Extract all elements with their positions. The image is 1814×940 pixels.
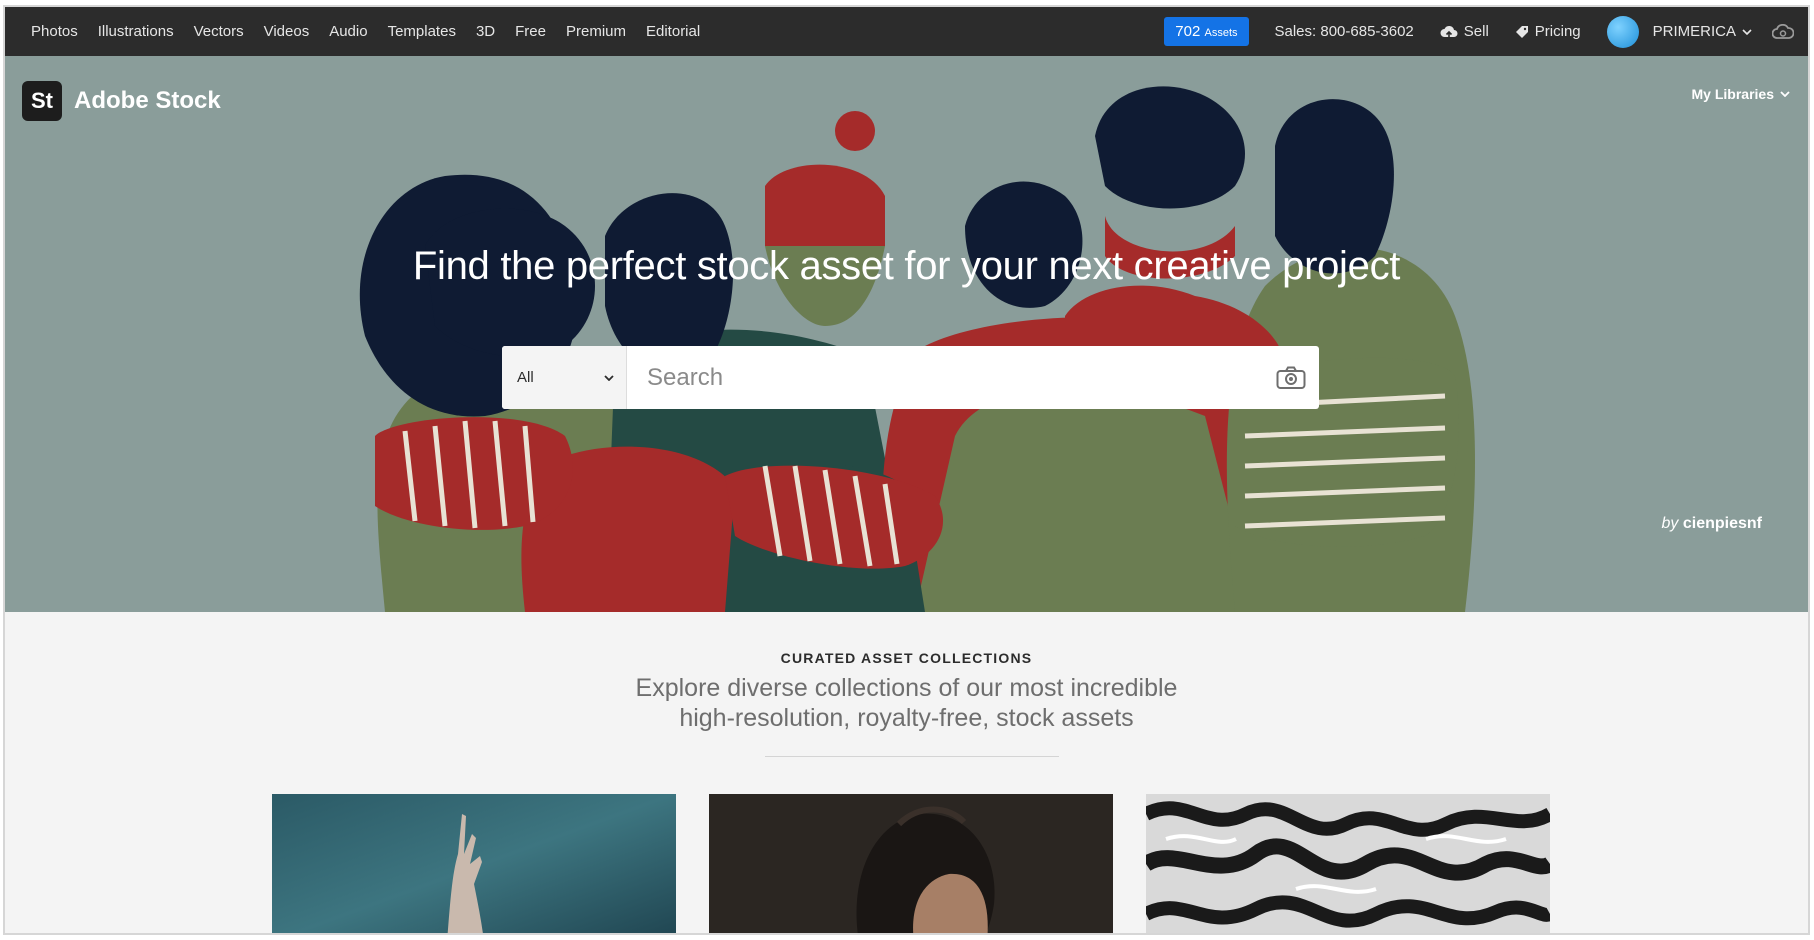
curated-collections-section: CURATED ASSET COLLECTIONS Explore divers… xyxy=(5,612,1808,933)
collection-thumbnail xyxy=(1146,794,1550,933)
logo-name: Adobe Stock xyxy=(74,87,221,114)
hero-headline: Find the perfect stock asset for your ne… xyxy=(412,244,1401,288)
chevron-down-icon xyxy=(1780,91,1790,97)
assets-count-button[interactable]: 702 Assets xyxy=(1164,17,1249,46)
visual-search-button[interactable] xyxy=(1263,366,1319,390)
nav-link-premium[interactable]: Premium xyxy=(556,23,636,40)
pricing-link[interactable]: Pricing xyxy=(1515,23,1581,40)
adobe-stock-logo[interactable]: St Adobe Stock xyxy=(22,81,221,121)
image-credit[interactable]: by cienpiesnf xyxy=(1662,515,1763,533)
credit-by: by xyxy=(1661,515,1679,532)
nav-link-photos[interactable]: Photos xyxy=(21,23,88,40)
account-name: PRIMERICA xyxy=(1652,23,1736,40)
asset-type-value: All xyxy=(517,369,534,386)
chevron-down-icon xyxy=(1742,28,1752,35)
category-links: Photos Illustrations Vectors Videos Audi… xyxy=(21,23,710,40)
collection-card[interactable] xyxy=(272,794,676,933)
sell-link[interactable]: Sell xyxy=(1440,23,1489,40)
avatar xyxy=(1606,15,1639,48)
nav-link-videos[interactable]: Videos xyxy=(254,23,320,40)
nav-link-editorial[interactable]: Editorial xyxy=(636,23,710,40)
section-eyebrow: CURATED ASSET COLLECTIONS xyxy=(780,650,1033,666)
nav-link-vectors[interactable]: Vectors xyxy=(184,23,254,40)
sell-label: Sell xyxy=(1463,23,1489,40)
nav-link-templates[interactable]: Templates xyxy=(378,23,466,40)
logo-mark: St xyxy=(22,81,62,121)
collection-card[interactable] xyxy=(1146,794,1550,933)
top-nav-right: 702 Assets Sales: 800-685-3602 Sell Pric… xyxy=(1164,7,1794,56)
tag-icon xyxy=(1515,25,1528,38)
divider xyxy=(765,756,1059,757)
search-bar: All xyxy=(502,346,1319,409)
credit-author: cienpiesnf xyxy=(1682,515,1762,532)
hero-illustration xyxy=(359,86,1475,612)
upload-cloud-icon xyxy=(1440,25,1458,38)
pricing-label: Pricing xyxy=(1534,23,1581,40)
account-menu[interactable]: PRIMERICA xyxy=(1606,15,1752,48)
assets-count: 702 xyxy=(1175,23,1201,40)
collection-thumbnail xyxy=(709,794,1113,933)
nav-link-free[interactable]: Free xyxy=(505,23,556,40)
top-nav: Photos Illustrations Vectors Videos Audi… xyxy=(5,7,1808,56)
my-libraries-label: My Libraries xyxy=(1691,86,1774,102)
collection-card[interactable] xyxy=(709,794,1113,933)
chevron-down-icon xyxy=(604,374,614,381)
assets-label: Assets xyxy=(1204,27,1238,39)
nav-link-3d[interactable]: 3D xyxy=(466,23,505,40)
nav-link-audio[interactable]: Audio xyxy=(319,23,377,40)
creative-cloud-icon[interactable] xyxy=(1772,23,1794,40)
hero-banner: St Adobe Stock My Libraries Find the per… xyxy=(5,56,1808,612)
collection-thumbnail xyxy=(272,794,676,933)
sales-phone[interactable]: Sales: 800-685-3602 xyxy=(1275,23,1414,40)
browser-viewport: Photos Illustrations Vectors Videos Audi… xyxy=(3,5,1810,935)
striped-sleeve-left xyxy=(375,417,573,530)
section-subtitle: Explore diverse collections of our most … xyxy=(635,674,1178,732)
search-input[interactable] xyxy=(627,347,1263,408)
camera-icon xyxy=(1276,366,1306,389)
my-libraries-menu[interactable]: My Libraries xyxy=(1692,86,1790,102)
nav-link-illustrations[interactable]: Illustrations xyxy=(88,23,184,40)
asset-type-select[interactable]: All xyxy=(502,346,627,409)
